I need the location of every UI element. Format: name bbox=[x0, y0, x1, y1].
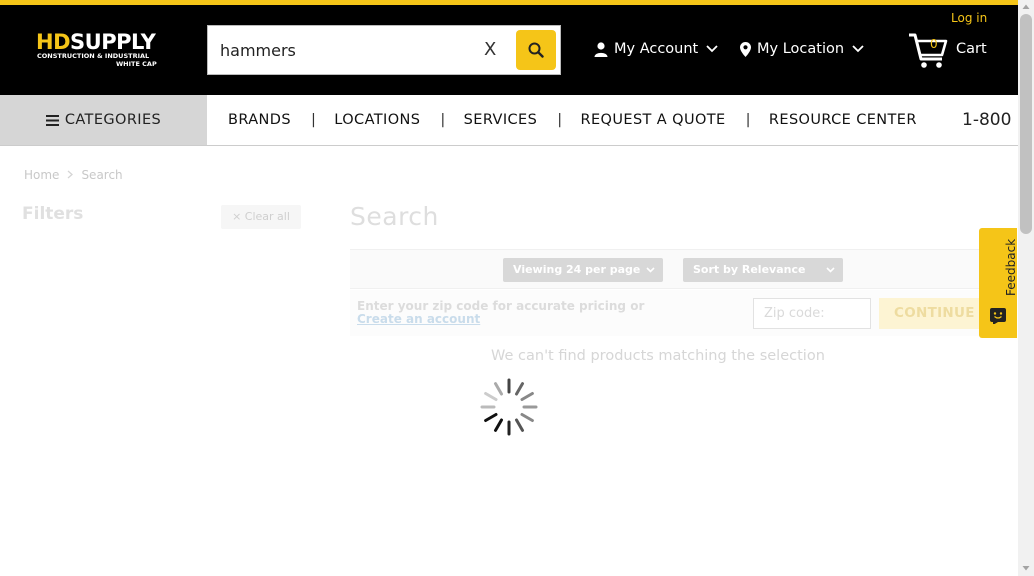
search-box: X bbox=[207, 25, 561, 75]
sort-value: Sort by Relevance bbox=[693, 263, 806, 276]
scroll-down-arrow-icon[interactable] bbox=[1022, 564, 1030, 572]
phone-number[interactable]: 1-800 bbox=[962, 95, 1011, 145]
per-page-value: Viewing 24 per page bbox=[513, 263, 641, 276]
breadcrumb: Home Search bbox=[24, 168, 123, 182]
search-input[interactable] bbox=[220, 34, 470, 66]
chevron-down-icon bbox=[852, 45, 864, 53]
cart-icon bbox=[909, 33, 948, 68]
chevron-down-icon bbox=[826, 267, 835, 273]
page-scrollbar[interactable] bbox=[1018, 0, 1034, 576]
nav-item-locations[interactable]: LOCATIONS bbox=[334, 95, 420, 145]
clear-search-button[interactable]: X bbox=[484, 39, 496, 60]
nav-links: BRANDS | LOCATIONS | SERVICES | REQUEST A QUOT… bbox=[228, 95, 917, 145]
location-pin-icon bbox=[740, 41, 751, 57]
clear-all-label: Clear all bbox=[244, 210, 290, 223]
loading-spinner-icon bbox=[480, 378, 538, 436]
feedback-tab[interactable]: Feedback bbox=[979, 228, 1018, 338]
main-nav: CATEGORIES BRANDS | LOCATIONS | SERVICES | REQ… bbox=[0, 95, 1018, 146]
nav-item-resource-center[interactable]: RESOURCE CENTER bbox=[769, 95, 917, 145]
create-account-link[interactable]: Create an account bbox=[357, 313, 644, 326]
login-link[interactable]: Log in bbox=[951, 11, 987, 25]
search-results-page: Home Search Filters × Clear all Search Vi… bbox=[0, 146, 1018, 576]
filters-heading: Filters bbox=[22, 204, 84, 224]
site-header: HDSUPPLY CONSTRUCTION & INDUSTRIAL WHITE… bbox=[0, 5, 1018, 95]
cart-count-badge: 0 bbox=[930, 37, 938, 51]
nav-item-brands[interactable]: BRANDS bbox=[228, 95, 291, 145]
no-results-message: We can't find products matching the sele… bbox=[491, 348, 825, 364]
search-button[interactable] bbox=[516, 30, 556, 70]
scroll-up-arrow-icon[interactable] bbox=[1022, 3, 1030, 11]
nav-separator: | bbox=[557, 112, 563, 128]
results-toolbar: Viewing 24 per page Sort by Relevance bbox=[350, 249, 996, 289]
page-title: Search bbox=[350, 202, 439, 231]
sort-select[interactable]: Sort by Relevance bbox=[683, 258, 843, 282]
zip-message: Enter your zip code for accurate pricing… bbox=[357, 300, 644, 326]
categories-label: CATEGORIES bbox=[64, 112, 162, 128]
zip-code-input[interactable] bbox=[753, 298, 871, 329]
close-icon: × bbox=[232, 210, 242, 223]
logo-subtitle: CONSTRUCTION & INDUSTRIAL bbox=[37, 52, 150, 60]
scrollbar-thumb[interactable] bbox=[1020, 14, 1032, 234]
my-location-menu[interactable]: My Location bbox=[740, 41, 864, 57]
cart-button[interactable]: 0 Cart bbox=[908, 33, 998, 73]
nav-separator: | bbox=[745, 112, 751, 128]
nav-separator: | bbox=[310, 112, 317, 128]
breadcrumb-home[interactable]: Home bbox=[24, 168, 59, 182]
my-location-label: My Location bbox=[757, 41, 845, 57]
zip-code-bar: Enter your zip code for accurate pricing… bbox=[350, 290, 996, 336]
clear-all-filters-button[interactable]: × Clear all bbox=[221, 205, 301, 229]
chevron-right-icon bbox=[68, 170, 74, 179]
categories-menu-button[interactable]: CATEGORIES bbox=[0, 95, 207, 145]
logo-wordmark: HDSUPPLY bbox=[36, 30, 156, 54]
nav-item-services[interactable]: SERVICES bbox=[464, 95, 538, 145]
page: HDSUPPLY CONSTRUCTION & INDUSTRIAL WHITE… bbox=[0, 0, 1034, 576]
cart-label: Cart bbox=[956, 41, 987, 57]
my-account-label: My Account bbox=[614, 41, 699, 57]
chevron-down-icon bbox=[646, 267, 655, 273]
logo-subtitle-2: WHITE CAP bbox=[116, 60, 157, 68]
search-icon bbox=[528, 42, 544, 58]
nav-separator: | bbox=[440, 112, 446, 128]
hamburger-icon bbox=[45, 114, 59, 126]
nav-item-request-a-quote[interactable]: REQUEST A QUOTE bbox=[581, 95, 726, 145]
my-account-menu[interactable]: My Account bbox=[594, 41, 718, 57]
hd-supply-logo[interactable]: HDSUPPLY CONSTRUCTION & INDUSTRIAL WHITE… bbox=[36, 32, 176, 72]
breadcrumb-current: Search bbox=[81, 168, 123, 182]
feedback-face-icon bbox=[990, 308, 1006, 324]
chevron-down-icon bbox=[706, 45, 718, 53]
feedback-label: Feedback bbox=[1004, 238, 1018, 296]
per-page-select[interactable]: Viewing 24 per page bbox=[503, 258, 663, 282]
user-icon bbox=[594, 41, 608, 57]
